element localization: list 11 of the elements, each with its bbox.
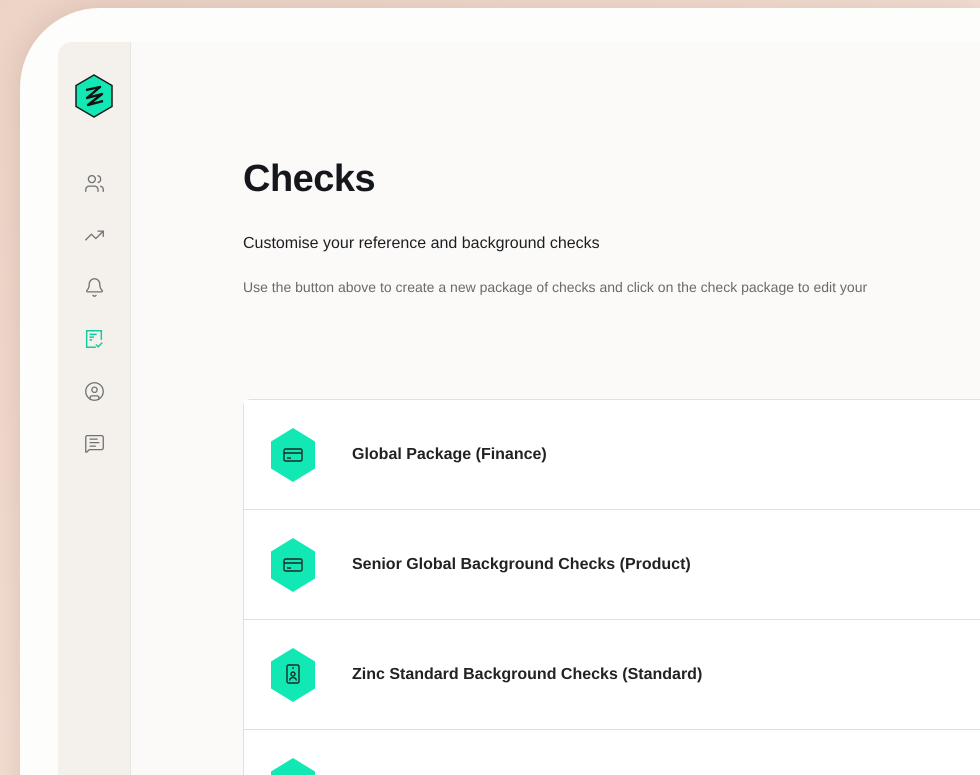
logo-icon [74, 74, 114, 118]
package-name: Senior Global Background Checks (Product) [352, 556, 691, 574]
package-name: Zinc Standard Background Checks (Standard) [352, 666, 702, 684]
package-row[interactable]: Global Package (Finance) [244, 400, 980, 510]
page-description: Use the button above to create a new package of checks and click on the check package to edit your [243, 279, 868, 295]
card-icon [270, 426, 316, 482]
id-badge-icon [270, 646, 316, 702]
card-icon [270, 536, 316, 592]
page-title: Checks [243, 158, 376, 201]
page-subtitle: Customise your reference and background checks [243, 235, 601, 253]
package-name: Global Package (Finance) [352, 446, 547, 464]
